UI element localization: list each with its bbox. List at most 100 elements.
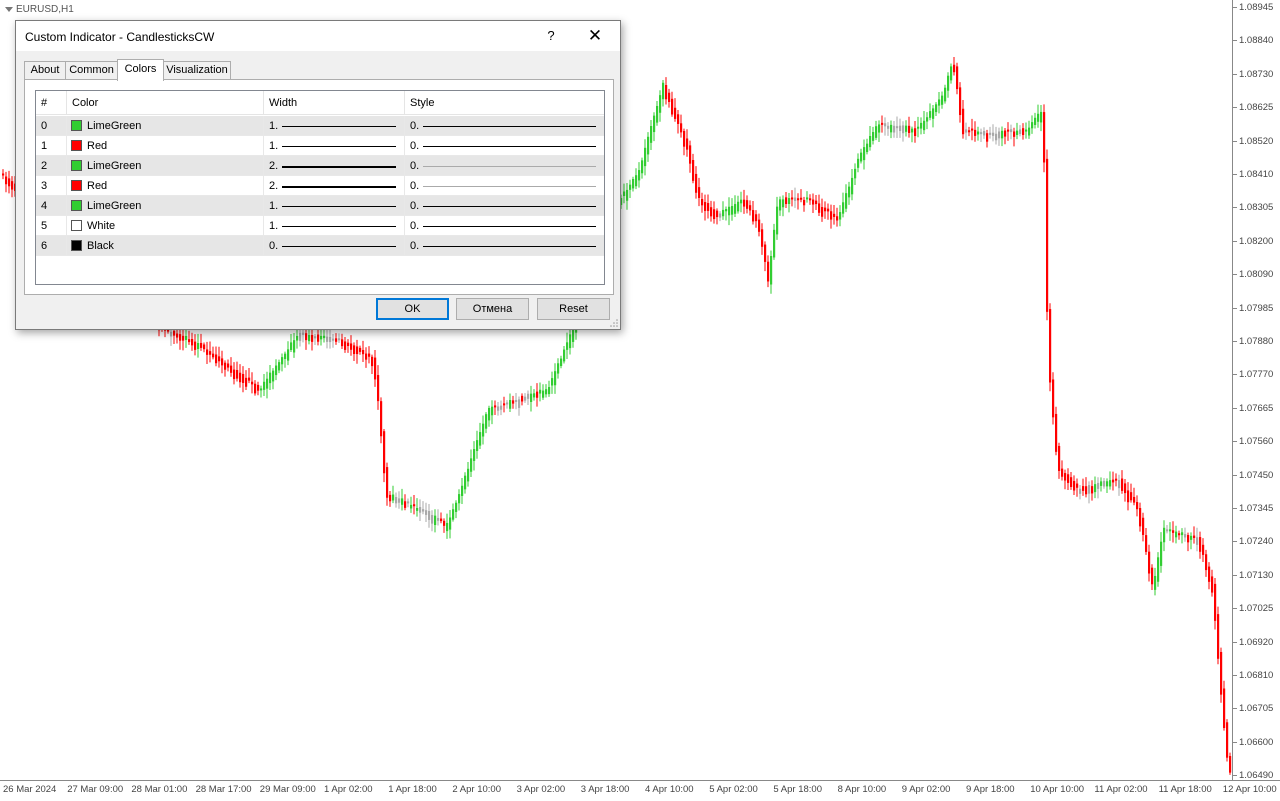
candle-body bbox=[563, 349, 566, 362]
ok-button[interactable]: OK bbox=[376, 298, 449, 320]
candle-body bbox=[281, 357, 284, 365]
tab-colors[interactable]: Colors bbox=[117, 59, 164, 81]
candle-body bbox=[929, 111, 932, 118]
symbol-text: EURUSD,H1 bbox=[16, 4, 74, 15]
candle-body bbox=[710, 207, 713, 217]
color-row[interactable]: 2 LimeGreen 2. 0. bbox=[36, 156, 604, 176]
color-row[interactable]: 6 Black 0. 0. bbox=[36, 236, 604, 256]
price-tick-label: 1.06810 bbox=[1233, 670, 1273, 681]
candle-body bbox=[1115, 478, 1118, 481]
width-cell[interactable]: 2. bbox=[264, 156, 405, 176]
style-cell[interactable]: 0. bbox=[405, 196, 604, 216]
color-cell[interactable]: White bbox=[67, 216, 264, 236]
candle-body bbox=[641, 160, 644, 174]
color-cell[interactable]: Red bbox=[67, 136, 264, 156]
color-cell[interactable]: LimeGreen bbox=[67, 196, 264, 216]
candle-body bbox=[377, 375, 380, 402]
column-header-index[interactable]: # bbox=[36, 91, 67, 115]
style-cell[interactable]: 0. bbox=[405, 176, 604, 196]
candle-body bbox=[731, 206, 734, 215]
candle-body bbox=[473, 449, 476, 461]
column-header-style[interactable]: Style bbox=[405, 91, 604, 115]
candle-body bbox=[500, 405, 503, 410]
dialog-titlebar[interactable]: Custom Indicator - CandlesticksCW ? ✕ bbox=[16, 21, 620, 51]
candle-body bbox=[416, 508, 419, 511]
candle-body bbox=[404, 501, 407, 508]
width-cell[interactable]: 1. bbox=[264, 136, 405, 156]
candle-body bbox=[662, 82, 665, 100]
width-cell[interactable]: 0. bbox=[264, 236, 405, 256]
candle-body bbox=[512, 400, 515, 404]
candle-body bbox=[227, 363, 230, 368]
candle-body bbox=[659, 95, 662, 113]
candle-body bbox=[1091, 486, 1094, 494]
color-row[interactable]: 3 Red 2. 0. bbox=[36, 176, 604, 196]
help-button[interactable]: ? bbox=[536, 25, 566, 47]
color-cell[interactable]: Red bbox=[67, 176, 264, 196]
candle-body bbox=[1001, 130, 1004, 139]
candle-body bbox=[1202, 544, 1205, 555]
candle-body bbox=[191, 339, 194, 346]
candle-body bbox=[761, 229, 764, 247]
column-header-width[interactable]: Width bbox=[264, 91, 405, 115]
color-cell[interactable]: LimeGreen bbox=[67, 156, 264, 176]
resize-grip-icon[interactable] bbox=[610, 319, 618, 327]
time-tick-label: 3 Apr 18:00 bbox=[580, 784, 630, 795]
candle-body bbox=[335, 338, 338, 342]
color-row[interactable]: 5 White 1. 0. bbox=[36, 216, 604, 236]
colors-list[interactable]: # Color Width Style 0 LimeGreen 1. 0. 1 Red 1.… bbox=[35, 90, 605, 285]
candle-body bbox=[1073, 480, 1076, 491]
candle-body bbox=[347, 342, 350, 347]
width-cell[interactable]: 1. bbox=[264, 216, 405, 236]
symbol-label: EURUSD,H1 bbox=[5, 4, 74, 15]
time-axis[interactable]: 26 Mar 2024 27 Mar 09:00 28 Mar 01:00 28 Ma… bbox=[0, 780, 1280, 801]
candle-body bbox=[944, 87, 947, 102]
close-button[interactable]: ✕ bbox=[580, 25, 610, 47]
candle-body bbox=[494, 405, 497, 408]
candle-body bbox=[257, 384, 260, 391]
style-cell[interactable]: 0. bbox=[405, 156, 604, 176]
tab-visualization[interactable]: Visualization bbox=[163, 61, 231, 79]
candle-body bbox=[1082, 486, 1085, 491]
candle-body bbox=[1214, 583, 1217, 621]
style-cell[interactable]: 0. bbox=[405, 136, 604, 156]
width-cell[interactable]: 2. bbox=[264, 176, 405, 196]
candle-body bbox=[185, 335, 188, 340]
candle-body bbox=[236, 370, 239, 379]
color-row[interactable]: 4 LimeGreen 1. 0. bbox=[36, 196, 604, 216]
width-cell[interactable]: 1. bbox=[264, 116, 405, 136]
color-row[interactable]: 1 Red 1. 0. bbox=[36, 136, 604, 156]
candle-body bbox=[764, 244, 767, 262]
reset-button[interactable]: Reset bbox=[537, 298, 610, 320]
candle-body bbox=[401, 498, 404, 505]
width-cell[interactable]: 1. bbox=[264, 196, 405, 216]
symbol-menu-icon[interactable] bbox=[5, 7, 13, 12]
tab-common[interactable]: Common bbox=[65, 61, 118, 79]
candle-body bbox=[1184, 534, 1187, 538]
candle-body bbox=[440, 518, 443, 522]
style-cell[interactable]: 0. bbox=[405, 216, 604, 236]
color-cell[interactable]: Black bbox=[67, 236, 264, 256]
candle-body bbox=[365, 353, 368, 360]
tab-about[interactable]: About bbox=[24, 61, 66, 79]
candle-body bbox=[254, 383, 257, 394]
style-cell[interactable]: 0. bbox=[405, 116, 604, 136]
color-name: Red bbox=[87, 140, 108, 152]
color-cell[interactable]: LimeGreen bbox=[67, 116, 264, 136]
candle-body bbox=[1040, 111, 1043, 123]
price-tick-label: 1.06600 bbox=[1233, 737, 1273, 748]
candle-body bbox=[1145, 535, 1148, 552]
style-cell[interactable]: 0. bbox=[405, 236, 604, 256]
candle-body bbox=[884, 123, 887, 127]
candle-body bbox=[797, 198, 800, 201]
candle-body bbox=[686, 138, 689, 150]
price-axis[interactable]: 1.08945 1.08840 1.08730 1.08625 1.08520 1.084… bbox=[1232, 0, 1280, 781]
width-label: 2. bbox=[269, 160, 279, 172]
cancel-button[interactable]: Отмена bbox=[456, 298, 529, 320]
candle-body bbox=[1076, 483, 1079, 488]
candle-body bbox=[506, 402, 509, 405]
candle-body bbox=[692, 159, 695, 181]
candle-body bbox=[1043, 112, 1046, 163]
color-row[interactable]: 0 LimeGreen 1. 0. bbox=[36, 116, 604, 136]
column-header-color[interactable]: Color bbox=[67, 91, 264, 115]
